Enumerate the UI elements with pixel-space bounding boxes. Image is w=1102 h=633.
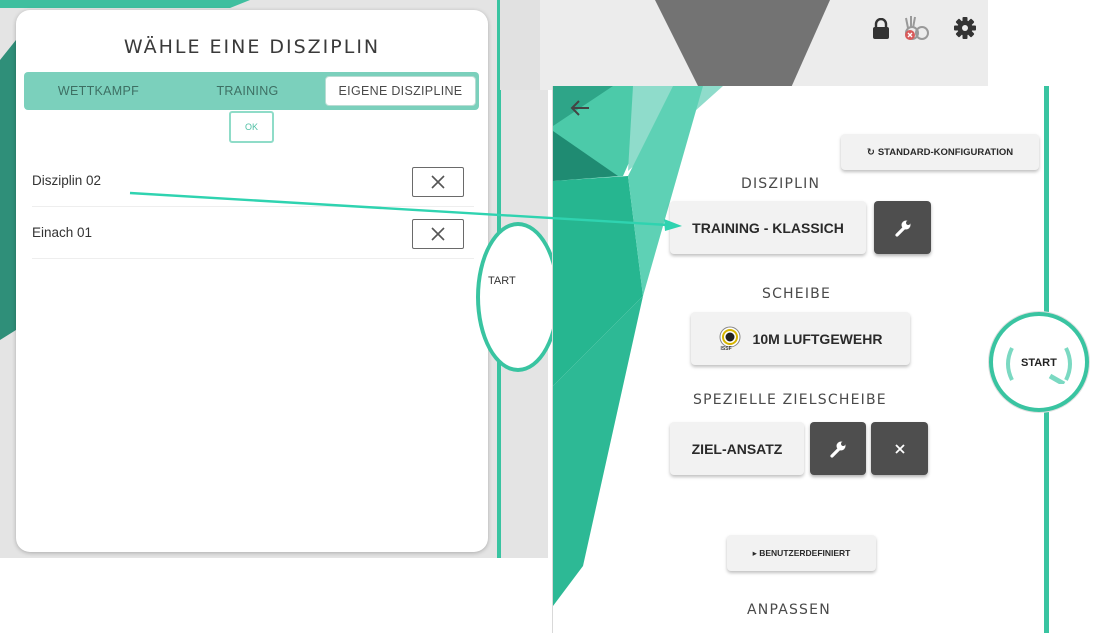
standard-configuration-label: STANDARD-KONFIGURATION xyxy=(877,146,1014,158)
delete-discipline-button[interactable] xyxy=(412,219,464,249)
disziplin-heading: DISZIPLIN xyxy=(741,176,821,192)
refresh-icon: ↻ xyxy=(866,146,875,158)
anpassen-heading: ANPASSEN xyxy=(747,602,831,618)
discipline-edit-button[interactable] xyxy=(874,201,931,254)
issf-target-icon: ISSF xyxy=(719,326,741,352)
dialog-title: WÄHLE EINE DISZIPLIN xyxy=(123,36,381,58)
close-icon xyxy=(431,175,445,189)
discipline-tabs: WETTKAMPF TRAINING EIGENE DISZIPLINE xyxy=(24,72,479,110)
wrench-icon xyxy=(830,441,846,458)
tab-eigene-disziplinen[interactable]: EIGENE DISZIPLINE xyxy=(325,76,476,106)
target-select-button[interactable]: ISSF 10M LUFTGEWEHR xyxy=(691,312,910,365)
start-button-label: START xyxy=(1021,357,1057,369)
delete-discipline-button[interactable] xyxy=(412,167,464,197)
list-item-einach-01[interactable]: Einach 01 xyxy=(32,209,474,259)
aim-select-button[interactable]: ZIEL-ANSATZ xyxy=(670,422,804,475)
lock-icon[interactable] xyxy=(872,18,890,40)
composite-screenshot: WÄHLE EINE DISZIPLIN WETTKAMPF TRAINING … xyxy=(0,0,1102,633)
aim-edit-button[interactable] xyxy=(810,422,866,475)
muted-shot-icon[interactable] xyxy=(900,14,930,42)
issf-badge: ISSF xyxy=(720,345,732,352)
discipline-select-button[interactable]: TRAINING - KLASSICH xyxy=(670,201,866,254)
target-label: 10M LUFTGEWEHR xyxy=(752,330,883,347)
arrow-left-icon[interactable] xyxy=(569,98,591,118)
top-bar xyxy=(500,0,988,90)
discipline-dialog-screen: WÄHLE EINE DISZIPLIN WETTKAMPF TRAINING … xyxy=(0,0,548,558)
gear-icon[interactable] xyxy=(954,17,976,39)
discipline-name: Einach 01 xyxy=(32,225,93,240)
close-icon xyxy=(894,443,905,454)
aim-clear-button[interactable] xyxy=(871,422,928,475)
list-item-disziplin-02[interactable]: Disziplin 02 xyxy=(32,157,474,207)
ok-button[interactable]: OK xyxy=(229,111,274,143)
special-target-heading: SPEZIELLE ZIELSCHEIBE xyxy=(693,392,887,408)
custom-toggle-button[interactable]: ▸ BENUTZERDEFINIERT xyxy=(727,535,876,571)
left-start-button[interactable] xyxy=(476,222,560,372)
tab-training[interactable]: TRAINING xyxy=(173,72,322,110)
left-start-label: TART xyxy=(488,275,516,287)
discipline-name: Disziplin 02 xyxy=(32,173,102,188)
close-icon xyxy=(431,227,445,241)
wrench-icon xyxy=(894,220,910,237)
tab-wettkampf[interactable]: WETTKAMPF xyxy=(24,72,173,110)
discipline-dialog: WÄHLE EINE DISZIPLIN WETTKAMPF TRAINING … xyxy=(16,10,488,552)
scheibe-heading: SCHEIBE xyxy=(762,286,832,302)
standard-configuration-button[interactable]: ↻ STANDARD-KONFIGURATION xyxy=(841,134,1039,170)
